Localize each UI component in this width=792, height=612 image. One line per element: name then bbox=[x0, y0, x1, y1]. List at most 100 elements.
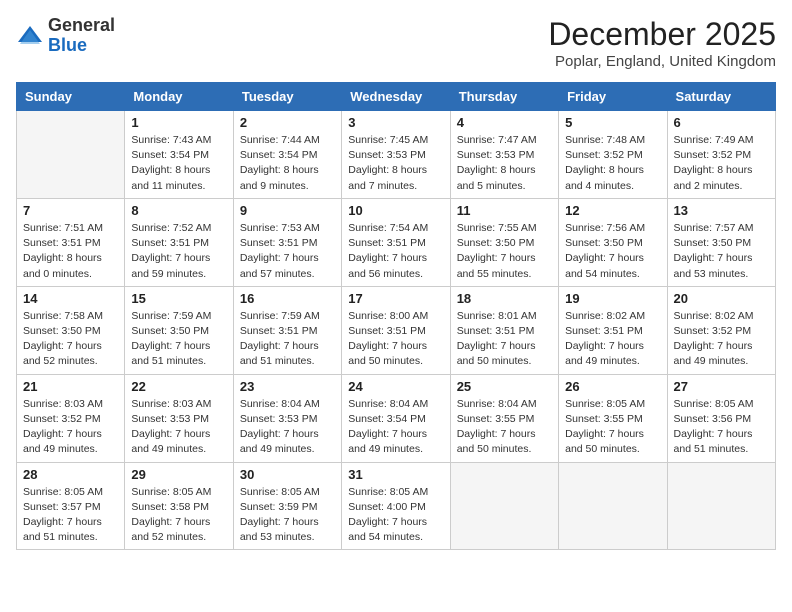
calendar-cell: 9 Sunrise: 7:53 AMSunset: 3:51 PMDaylight… bbox=[233, 198, 341, 286]
logo-icon bbox=[16, 22, 44, 50]
calendar-title: December 2025 bbox=[548, 16, 776, 53]
calendar-cell: 26 Sunrise: 8:05 AMSunset: 3:55 PMDayligh… bbox=[559, 374, 667, 462]
day-number: 26 bbox=[565, 379, 660, 394]
day-header-friday: Friday bbox=[559, 83, 667, 111]
calendar-cell: 24 Sunrise: 8:04 AMSunset: 3:54 PMDayligh… bbox=[342, 374, 450, 462]
day-info: Sunrise: 8:04 AMSunset: 3:53 PMDaylight:… bbox=[240, 397, 335, 458]
day-header-sunday: Sunday bbox=[17, 83, 125, 111]
day-info: Sunrise: 7:52 AMSunset: 3:51 PMDaylight:… bbox=[131, 221, 226, 282]
calendar-cell: 22Sunrise: 8:03 AMSunset: 3:53 PMDayligh… bbox=[125, 374, 233, 462]
day-number: 12 bbox=[565, 203, 660, 218]
day-info: Sunrise: 8:04 AMSunset: 3:55 PMDaylight:… bbox=[457, 397, 552, 458]
title-block: December 2025 Poplar, England, United Ki… bbox=[548, 16, 776, 70]
calendar-header-row: SundayMondayTuesdayWednesdayThursdayFrid… bbox=[17, 83, 776, 111]
day-number: 9 bbox=[240, 203, 335, 218]
calendar-cell bbox=[559, 462, 667, 550]
calendar-cell: 31 Sunrise: 8:05 AMSunset: 4:00 PMDayligh… bbox=[342, 462, 450, 550]
day-number: 15 bbox=[131, 291, 226, 306]
day-number: 5 bbox=[565, 115, 660, 130]
day-number: 11 bbox=[457, 203, 552, 218]
day-header-saturday: Saturday bbox=[667, 83, 775, 111]
day-number: 3 bbox=[348, 115, 443, 130]
day-number: 31 bbox=[348, 467, 443, 482]
day-info: Sunrise: 8:02 AMSunset: 3:52 PMDaylight:… bbox=[674, 309, 769, 370]
day-info: Sunrise: 7:53 AMSunset: 3:51 PMDaylight:… bbox=[240, 221, 335, 282]
calendar-cell: 5 Sunrise: 7:48 AMSunset: 3:52 PMDaylight… bbox=[559, 111, 667, 199]
calendar-cell: 28Sunrise: 8:05 AMSunset: 3:57 PMDayligh… bbox=[17, 462, 125, 550]
page-header: General Blue December 2025 Poplar, Engla… bbox=[16, 16, 776, 70]
day-info: Sunrise: 7:44 AMSunset: 3:54 PMDaylight:… bbox=[240, 133, 335, 194]
calendar-cell bbox=[17, 111, 125, 199]
calendar-cell: 11 Sunrise: 7:55 AMSunset: 3:50 PMDayligh… bbox=[450, 198, 558, 286]
day-info: Sunrise: 8:05 AMSunset: 4:00 PMDaylight:… bbox=[348, 485, 443, 546]
calendar-cell: 21 Sunrise: 8:03 AMSunset: 3:52 PMDayligh… bbox=[17, 374, 125, 462]
logo-text: General Blue bbox=[48, 16, 115, 56]
logo-blue-text: Blue bbox=[48, 35, 87, 55]
calendar-cell: 30Sunrise: 8:05 AMSunset: 3:59 PMDayligh… bbox=[233, 462, 341, 550]
calendar-week-3: 14 Sunrise: 7:58 AMSunset: 3:50 PMDayligh… bbox=[17, 286, 776, 374]
calendar-cell: 18 Sunrise: 8:01 AMSunset: 3:51 PMDayligh… bbox=[450, 286, 558, 374]
day-info: Sunrise: 7:58 AMSunset: 3:50 PMDaylight:… bbox=[23, 309, 118, 370]
day-info: Sunrise: 7:49 AMSunset: 3:52 PMDaylight:… bbox=[674, 133, 769, 194]
calendar-cell: 1Sunrise: 7:43 AMSunset: 3:54 PMDaylight… bbox=[125, 111, 233, 199]
day-info: Sunrise: 7:51 AMSunset: 3:51 PMDaylight:… bbox=[23, 221, 118, 282]
day-number: 19 bbox=[565, 291, 660, 306]
day-header-thursday: Thursday bbox=[450, 83, 558, 111]
day-info: Sunrise: 8:03 AMSunset: 3:52 PMDaylight:… bbox=[23, 397, 118, 458]
calendar-table: SundayMondayTuesdayWednesdayThursdayFrid… bbox=[16, 82, 776, 550]
calendar-cell bbox=[450, 462, 558, 550]
calendar-cell: 15 Sunrise: 7:59 AMSunset: 3:50 PMDayligh… bbox=[125, 286, 233, 374]
calendar-week-5: 28Sunrise: 8:05 AMSunset: 3:57 PMDayligh… bbox=[17, 462, 776, 550]
calendar-week-1: 1Sunrise: 7:43 AMSunset: 3:54 PMDaylight… bbox=[17, 111, 776, 199]
day-number: 13 bbox=[674, 203, 769, 218]
day-number: 17 bbox=[348, 291, 443, 306]
day-info: Sunrise: 7:56 AMSunset: 3:50 PMDaylight:… bbox=[565, 221, 660, 282]
calendar-cell: 29Sunrise: 8:05 AMSunset: 3:58 PMDayligh… bbox=[125, 462, 233, 550]
day-number: 24 bbox=[348, 379, 443, 394]
day-info: Sunrise: 7:54 AMSunset: 3:51 PMDaylight:… bbox=[348, 221, 443, 282]
day-info: Sunrise: 7:59 AMSunset: 3:51 PMDaylight:… bbox=[240, 309, 335, 370]
day-info: Sunrise: 7:43 AMSunset: 3:54 PMDaylight:… bbox=[131, 133, 226, 194]
calendar-cell: 7 Sunrise: 7:51 AMSunset: 3:51 PMDaylight… bbox=[17, 198, 125, 286]
calendar-cell: 13Sunrise: 7:57 AMSunset: 3:50 PMDayligh… bbox=[667, 198, 775, 286]
calendar-cell: 19 Sunrise: 8:02 AMSunset: 3:51 PMDayligh… bbox=[559, 286, 667, 374]
day-info: Sunrise: 8:05 AMSunset: 3:57 PMDaylight:… bbox=[23, 485, 118, 546]
calendar-cell: 17 Sunrise: 8:00 AMSunset: 3:51 PMDayligh… bbox=[342, 286, 450, 374]
day-info: Sunrise: 7:45 AMSunset: 3:53 PMDaylight:… bbox=[348, 133, 443, 194]
day-info: Sunrise: 7:55 AMSunset: 3:50 PMDaylight:… bbox=[457, 221, 552, 282]
day-number: 4 bbox=[457, 115, 552, 130]
day-number: 27 bbox=[674, 379, 769, 394]
calendar-week-2: 7 Sunrise: 7:51 AMSunset: 3:51 PMDaylight… bbox=[17, 198, 776, 286]
day-number: 7 bbox=[23, 203, 118, 218]
day-number: 16 bbox=[240, 291, 335, 306]
calendar-cell: 27Sunrise: 8:05 AMSunset: 3:56 PMDayligh… bbox=[667, 374, 775, 462]
day-info: Sunrise: 8:05 AMSunset: 3:55 PMDaylight:… bbox=[565, 397, 660, 458]
day-number: 14 bbox=[23, 291, 118, 306]
day-number: 8 bbox=[131, 203, 226, 218]
day-number: 20 bbox=[674, 291, 769, 306]
day-info: Sunrise: 8:00 AMSunset: 3:51 PMDaylight:… bbox=[348, 309, 443, 370]
calendar-cell bbox=[667, 462, 775, 550]
day-info: Sunrise: 8:04 AMSunset: 3:54 PMDaylight:… bbox=[348, 397, 443, 458]
calendar-week-4: 21 Sunrise: 8:03 AMSunset: 3:52 PMDayligh… bbox=[17, 374, 776, 462]
day-info: Sunrise: 7:59 AMSunset: 3:50 PMDaylight:… bbox=[131, 309, 226, 370]
day-info: Sunrise: 8:01 AMSunset: 3:51 PMDaylight:… bbox=[457, 309, 552, 370]
day-info: Sunrise: 7:48 AMSunset: 3:52 PMDaylight:… bbox=[565, 133, 660, 194]
calendar-cell: 3 Sunrise: 7:45 AMSunset: 3:53 PMDaylight… bbox=[342, 111, 450, 199]
day-number: 2 bbox=[240, 115, 335, 130]
day-number: 18 bbox=[457, 291, 552, 306]
day-info: Sunrise: 8:05 AMSunset: 3:58 PMDaylight:… bbox=[131, 485, 226, 546]
day-info: Sunrise: 8:02 AMSunset: 3:51 PMDaylight:… bbox=[565, 309, 660, 370]
day-header-tuesday: Tuesday bbox=[233, 83, 341, 111]
calendar-cell: 16 Sunrise: 7:59 AMSunset: 3:51 PMDayligh… bbox=[233, 286, 341, 374]
calendar-cell: 23Sunrise: 8:04 AMSunset: 3:53 PMDayligh… bbox=[233, 374, 341, 462]
calendar-cell: 20 Sunrise: 8:02 AMSunset: 3:52 PMDayligh… bbox=[667, 286, 775, 374]
calendar-cell: 14 Sunrise: 7:58 AMSunset: 3:50 PMDayligh… bbox=[17, 286, 125, 374]
calendar-cell: 25 Sunrise: 8:04 AMSunset: 3:55 PMDayligh… bbox=[450, 374, 558, 462]
calendar-cell: 12 Sunrise: 7:56 AMSunset: 3:50 PMDayligh… bbox=[559, 198, 667, 286]
day-number: 25 bbox=[457, 379, 552, 394]
day-number: 30 bbox=[240, 467, 335, 482]
day-number: 21 bbox=[23, 379, 118, 394]
day-header-wednesday: Wednesday bbox=[342, 83, 450, 111]
day-number: 6 bbox=[674, 115, 769, 130]
